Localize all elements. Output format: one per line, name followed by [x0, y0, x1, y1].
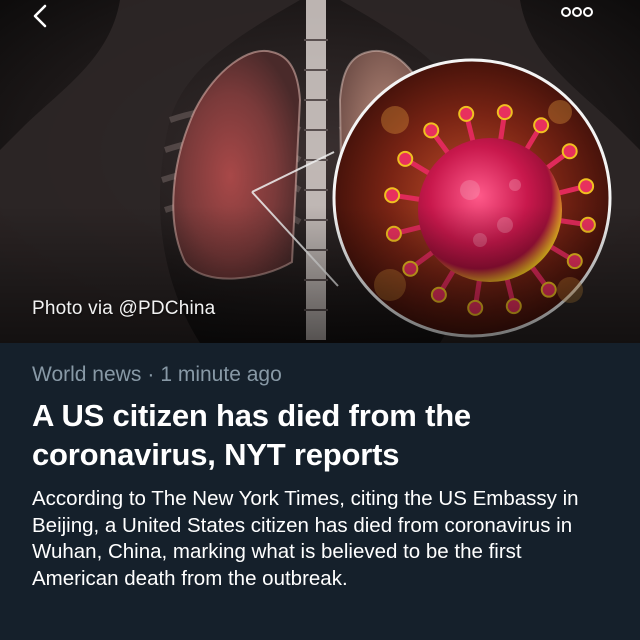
timestamp: 1 minute ago — [160, 363, 282, 386]
article-summary: According to The New York Times, citing … — [32, 487, 579, 590]
category-label[interactable]: World news — [32, 363, 141, 386]
meta-separator: · — [147, 363, 155, 386]
more-options-button[interactable] — [560, 6, 608, 30]
article-meta: World news · 1 minute ago — [32, 363, 612, 387]
article-card[interactable]: World news · 1 minute ago A US citizen has… — [0, 343, 640, 640]
more-horizontal-icon — [561, 7, 593, 17]
chevron-left-icon — [33, 4, 47, 28]
article-headline[interactable]: A US citizen has died from the coronavir… — [32, 396, 612, 474]
back-button[interactable] — [30, 4, 78, 42]
photo-credit: Photo via @PDChina — [32, 298, 216, 319]
hero-image[interactable]: Photo via @PDChina — [0, 0, 640, 343]
lungs-virus-illustration — [0, 0, 640, 343]
